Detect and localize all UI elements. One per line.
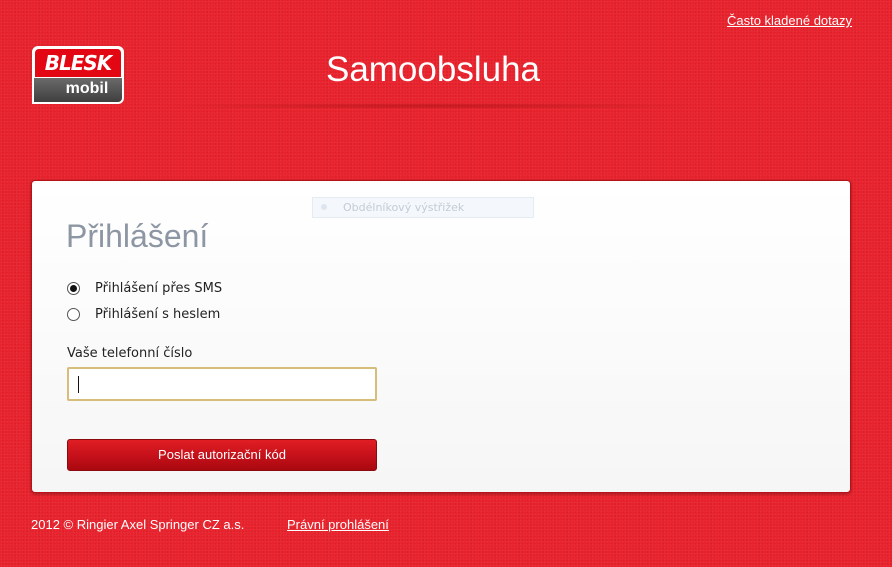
snipping-tool-overlay: Obdélníkový výstřižek	[312, 197, 534, 218]
login-heading: Přihlášení	[66, 218, 209, 254]
login-option-sms[interactable]: Přihlášení přes SMS	[67, 281, 222, 296]
login-option-password-label: Přihlášení s heslem	[95, 307, 221, 322]
text-caret	[78, 376, 79, 393]
page-title: Samoobsluha	[325, 50, 541, 89]
radio-password[interactable]	[67, 308, 80, 321]
phone-input[interactable]	[67, 367, 377, 401]
legal-notice-link[interactable]: Právní prohlášení	[287, 517, 389, 532]
login-panel: Obdélníkový výstřižek Přihlášení Přihláš…	[31, 180, 851, 493]
login-option-password[interactable]: Přihlášení s heslem	[67, 307, 220, 322]
overlay-dot-icon	[321, 204, 327, 210]
login-option-sms-label: Přihlášení přes SMS	[95, 281, 223, 296]
overlay-label: Obdélníkový výstřižek	[343, 201, 465, 214]
footer-copyright: 2012 © Ringier Axel Springer CZ a.s.	[31, 517, 245, 532]
phone-field-label: Vaše telefonní číslo	[67, 346, 193, 361]
title-shadow-decoration	[150, 103, 716, 109]
radio-sms[interactable]	[67, 282, 80, 295]
send-auth-code-button[interactable]: Poslat autorizační kód	[67, 439, 377, 471]
faq-link[interactable]: Často kladené dotazy	[727, 13, 852, 28]
